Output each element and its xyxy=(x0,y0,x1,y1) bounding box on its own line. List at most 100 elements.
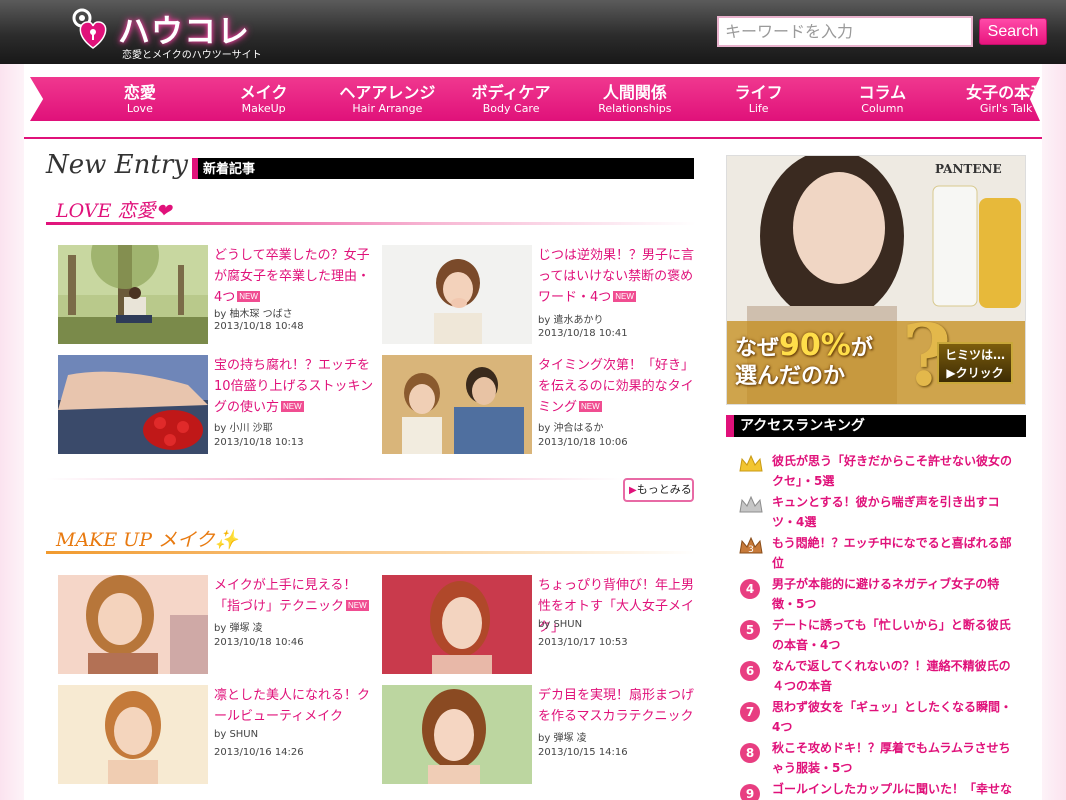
ranking-item-text[interactable]: 思わず彼女を「ギュッ」としたくなる瞬間・4つ xyxy=(772,697,1020,737)
article-thumbnail[interactable] xyxy=(58,685,208,784)
article-title[interactable]: メイクが上手に見える！「指づけ」テクニック NEW xyxy=(214,575,374,617)
ranking-item-text[interactable]: なんで返してくれないの？！連絡不精彼氏の４つの本音 xyxy=(772,656,1020,696)
heart-lock-icon xyxy=(72,8,107,49)
search-input[interactable] xyxy=(717,16,973,47)
new-badge: NEW xyxy=(346,600,369,611)
new-badge: NEW xyxy=(579,401,602,412)
nav-sublabel: Body Care xyxy=(482,102,540,115)
article-date: 2013/10/18 10:48 xyxy=(214,321,304,332)
makeup-section-heading: MAKE UP メイク✨ xyxy=(46,525,696,554)
main-nav: 恋愛 Love メイク MakeUp ヘアアレンジ Hair Arrange ボディケ… xyxy=(30,77,1040,121)
article-thumbnail[interactable] xyxy=(382,355,532,454)
ad-button-line2: ▶クリック xyxy=(946,366,1004,380)
nav-sublabel: Column xyxy=(861,102,904,115)
ranking-item[interactable]: 8 秋こそ攻めドキ！？厚着でもムラムラさせちゃう服装・5つ xyxy=(736,738,1021,779)
article-title-text: メイクが上手に見える！「指づけ」テクニック xyxy=(214,578,357,614)
article-title[interactable]: どうして卒業したの？女子が腐女子を卒業した理由・4つ NEW xyxy=(214,245,374,308)
article-card[interactable]: どうして卒業したの？女子が腐女子を卒業した理由・4つ NEW by 柚木琛 つばさ… xyxy=(58,245,378,345)
nav-sublabel: Life xyxy=(748,102,769,115)
ranking-item-text[interactable]: ゴールインしたカップルに聞いた！「幸せな xyxy=(772,779,1020,799)
new-entry-script-title: New Entry xyxy=(46,150,188,180)
ad-copy-prefix: なぜ xyxy=(735,336,780,361)
article-title-text: タイミング次第！「好き」を伝えるのに効果的なタイミング xyxy=(538,358,695,415)
ranking-item[interactable]: キュンとする！彼から喘ぎ声を引き出すコツ・4選 xyxy=(736,492,1021,533)
article-title[interactable]: 凛とした美人になれる！クールビューティメイク xyxy=(214,685,374,727)
article-thumbnail[interactable] xyxy=(382,575,532,674)
article-title[interactable]: タイミング次第！「好き」を伝えるのに効果的なタイミング NEW xyxy=(538,355,698,418)
article-thumbnail[interactable] xyxy=(382,685,532,784)
article-title[interactable]: じつは逆効果！？男子に言ってはいけない禁断の褒めワード・4つ NEW xyxy=(538,245,698,308)
love-section-title: LOVE 恋愛❤ xyxy=(56,200,172,222)
article-thumbnail[interactable] xyxy=(58,575,208,674)
nav-sublabel: Love xyxy=(126,102,153,115)
new-badge: NEW xyxy=(237,291,260,302)
nav-item-makeup[interactable]: メイク MakeUp xyxy=(202,77,326,121)
pantene-ad-banner[interactable]: PANTENE なぜ90%が 選んだのか ? ヒミツは… ▶クリック xyxy=(726,155,1026,405)
ranking-item[interactable]: 7 思わず彼女を「ギュッ」としたくなる瞬間・4つ xyxy=(736,697,1021,738)
nav-item-column[interactable]: コラム Column xyxy=(821,77,945,121)
more-button[interactable]: ▶もっとみる xyxy=(623,478,694,502)
article-card[interactable]: 凛とした美人になれる！クールビューティメイク by SHUN 2013/10/1… xyxy=(58,685,378,785)
ranking-item-text[interactable]: 彼氏が思う「好きだからこそ許せない彼女のクセ」・5選 xyxy=(772,451,1020,491)
article-card[interactable]: タイミング次第！「好き」を伝えるのに効果的なタイミング NEW by 沖合はるか … xyxy=(382,355,702,455)
ranking-item[interactable]: 6 なんで返してくれないの？！連絡不精彼氏の４つの本音 xyxy=(736,656,1021,697)
new-entry-bar: 新着記事 xyxy=(192,158,694,179)
article-card[interactable]: メイクが上手に見える！「指づけ」テクニック NEW by 弾塚 凌 2013/10… xyxy=(58,575,378,675)
ranking-item[interactable]: 3 もう悶絶！？エッチ中になでると喜ばれる部位 xyxy=(736,533,1021,574)
nav-sublabel: Girl's Talk xyxy=(979,102,1033,115)
ranking-item[interactable]: 4 男子が本能的に避けるネガティブ女子の特徴・5つ xyxy=(736,574,1021,615)
nav-label: ヘアアレンジ xyxy=(339,83,436,102)
article-author: by 遣水あかり xyxy=(538,315,604,326)
new-badge: NEW xyxy=(281,401,304,412)
ranking-item-text[interactable]: もう悶絶！？エッチ中になでると喜ばれる部位 xyxy=(772,533,1020,573)
article-title[interactable]: デカ目を実現！扇形まつげを作るマスカラテクニック xyxy=(538,685,698,727)
play-arrow-icon: ▶ xyxy=(629,485,637,496)
new-badge: NEW xyxy=(613,291,636,302)
new-entry-label: 新着記事 xyxy=(203,162,256,177)
article-card[interactable]: ちょっぴり背伸び！年上男性をオトす「大人女子メイク」 by SHUN 2013/… xyxy=(382,575,702,675)
article-card[interactable]: じつは逆効果！？男子に言ってはいけない禁断の褒めワード・4つ NEW by 遣水あ… xyxy=(382,245,702,345)
article-author: by SHUN xyxy=(538,619,583,630)
nav-label: 女子の本音 xyxy=(966,83,1047,102)
nav-item-relationships[interactable]: 人間関係 Relationships xyxy=(573,77,697,121)
ranking-item-text[interactable]: キュンとする！彼から喘ぎ声を引き出すコツ・4選 xyxy=(772,492,1020,532)
rank-number: 9 xyxy=(740,784,760,800)
love-section-heading: LOVE 恋愛❤ xyxy=(46,196,696,225)
search-button[interactable]: Search xyxy=(979,18,1047,45)
nav-label: 恋愛 xyxy=(123,83,156,102)
rank-number: 4 xyxy=(740,579,760,599)
silver-crown-icon xyxy=(739,495,763,513)
makeup-section-line xyxy=(46,551,696,554)
nav-item-body-care[interactable]: ボディケア Body Care xyxy=(449,77,573,121)
article-card[interactable]: デカ目を実現！扇形まつげを作るマスカラテクニック by 弾塚 凌 2013/10… xyxy=(382,685,702,785)
ranking-item-text[interactable]: 秋こそ攻めドキ！？厚着でもムラムラさせちゃう服装・5つ xyxy=(772,738,1020,778)
ad-click-button[interactable]: ヒミツは… ▶クリック xyxy=(937,342,1013,384)
nav-item-hair-arrange[interactable]: ヘアアレンジ Hair Arrange xyxy=(326,77,450,121)
article-thumbnail[interactable] xyxy=(382,245,532,344)
ad-copy-percent: 90% xyxy=(779,328,851,363)
article-card[interactable]: 宝の持ち腐れ！？エッチを10倍盛り上げるストッキングの使い方 NEW by 小川 … xyxy=(58,355,378,455)
site-logo[interactable]: ハウコレ 恋愛とメイクのハウツーサイト xyxy=(68,4,268,61)
nav-item-love[interactable]: 恋愛 Love xyxy=(78,77,202,121)
nav-label: メイク xyxy=(239,83,288,102)
nav-item-girls-talk[interactable]: 女子の本音 Girl's Talk xyxy=(944,77,1047,121)
article-date: 2013/10/18 10:13 xyxy=(214,437,304,448)
article-date: 2013/10/18 10:06 xyxy=(538,437,628,448)
article-author: by 小川 沙耶 xyxy=(214,423,273,434)
ranking-item[interactable]: 5 デートに誘っても「忙しいから」と断る彼氏の本音・4つ xyxy=(736,615,1021,656)
nav-label: コラム xyxy=(858,83,907,102)
ranking-item[interactable]: 9 ゴールインしたカップルに聞いた！「幸せな xyxy=(736,779,1021,800)
ranking-item-text[interactable]: 男子が本能的に避けるネガティブ女子の特徴・5つ xyxy=(772,574,1020,614)
nav-item-life[interactable]: ライフ Life xyxy=(697,77,821,121)
rank-number: 6 xyxy=(740,661,760,681)
ranking-item-text[interactable]: デートに誘っても「忙しいから」と断る彼氏の本音・4つ xyxy=(772,615,1020,655)
nav-sublabel: Relationships xyxy=(598,102,672,115)
article-thumbnail[interactable] xyxy=(58,245,208,344)
ranking-heading: アクセスランキング xyxy=(726,415,1026,437)
article-thumbnail[interactable] xyxy=(58,355,208,454)
article-date: 2013/10/17 10:53 xyxy=(538,637,628,648)
nav-label: ライフ xyxy=(734,83,783,102)
article-date: 2013/10/18 10:41 xyxy=(538,328,628,339)
ranking-item[interactable]: 彼氏が思う「好きだからこそ許せない彼女のクセ」・5選 xyxy=(736,451,1021,492)
article-title[interactable]: 宝の持ち腐れ！？エッチを10倍盛り上げるストッキングの使い方 NEW xyxy=(214,355,374,418)
